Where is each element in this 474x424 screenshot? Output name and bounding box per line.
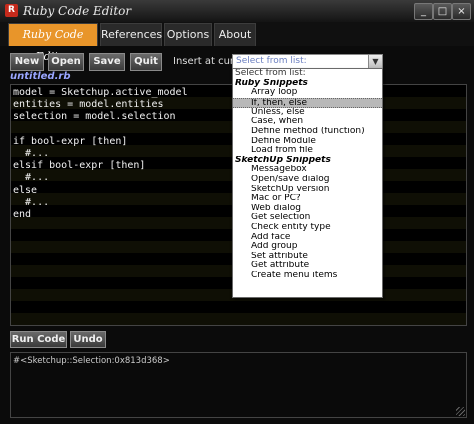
file-name: untitled.rb <box>10 71 71 82</box>
dropdown-option[interactable]: Check entity type <box>233 223 382 233</box>
tab-options[interactable]: Options <box>164 23 212 46</box>
dropdown-option[interactable]: Define Module <box>233 137 382 147</box>
new-button[interactable]: New <box>10 53 44 71</box>
dropdown-option[interactable]: Create menu items <box>233 271 382 281</box>
output-text: #<Sketchup::Selection:0x813d368> <box>13 356 170 366</box>
ruby-icon: R <box>5 4 18 17</box>
dropdown-option[interactable]: Array loop <box>233 88 382 98</box>
ruby-code-editor-window: R Ruby Code Editor _ □ × Ruby Code Edito… <box>0 0 474 424</box>
window-title: Ruby Code Editor <box>23 4 132 18</box>
minimize-button[interactable]: _ <box>414 3 433 20</box>
tab-ruby-code-editor[interactable]: Ruby Code Editor <box>8 23 98 63</box>
dropdown-option[interactable]: Add group <box>233 242 382 252</box>
undo-button[interactable]: Undo <box>70 331 106 348</box>
code-text[interactable]: model = Sketchup.active_model entities =… <box>13 87 188 221</box>
dropdown-option[interactable]: Case, when <box>233 117 382 127</box>
dropdown-option[interactable]: Unless, else <box>233 108 382 118</box>
output-console[interactable]: #<Sketchup::Selection:0x813d368> <box>10 352 467 418</box>
title-bar[interactable]: R Ruby Code Editor _ □ × <box>0 0 474 23</box>
dropdown-option[interactable]: Web dialog <box>233 204 382 214</box>
dropdown-option-placeholder[interactable]: Select from list: <box>233 69 382 79</box>
open-button[interactable]: Open <box>48 53 84 71</box>
dropdown-option[interactable]: Add face <box>233 233 382 243</box>
resize-grip-icon[interactable] <box>456 407 465 416</box>
save-button[interactable]: Save <box>89 53 125 71</box>
dropdown-option-selected[interactable]: If, then, else <box>233 97 382 108</box>
dropdown-group-ruby-snippets: Ruby Snippets <box>235 78 308 88</box>
quit-button[interactable]: Quit <box>130 53 162 71</box>
chevron-down-icon[interactable]: ▼ <box>368 55 382 69</box>
maximize-button[interactable]: □ <box>433 3 452 20</box>
snippet-dropdown-list[interactable]: Select from list: Ruby Snippets Array lo… <box>232 68 383 298</box>
dropdown-option[interactable]: Load from file <box>233 146 382 156</box>
dropdown-option[interactable]: Set attribute <box>233 252 382 262</box>
dropdown-option[interactable]: SketchUp version <box>233 185 382 195</box>
tab-about[interactable]: About <box>214 23 256 46</box>
dropdown-option[interactable]: Mac or PC? <box>233 194 382 204</box>
dropdown-option[interactable]: Messagebox <box>233 165 382 175</box>
dropdown-option[interactable]: Define method (function) <box>233 127 382 137</box>
run-code-button[interactable]: Run Code <box>10 331 67 348</box>
dropdown-group-sketchup-snippets: SketchUp Snippets <box>235 155 331 165</box>
close-button[interactable]: × <box>452 3 471 20</box>
dropdown-option[interactable]: Open/save dialog <box>233 175 382 185</box>
tab-bar: Ruby Code Editor References Options Abou… <box>0 22 474 63</box>
dropdown-option[interactable]: Get attribute <box>233 261 382 271</box>
dropdown-option[interactable]: Get selection <box>233 213 382 223</box>
snippet-select-value: Select from list: <box>236 56 307 66</box>
tab-references[interactable]: References <box>100 23 162 46</box>
